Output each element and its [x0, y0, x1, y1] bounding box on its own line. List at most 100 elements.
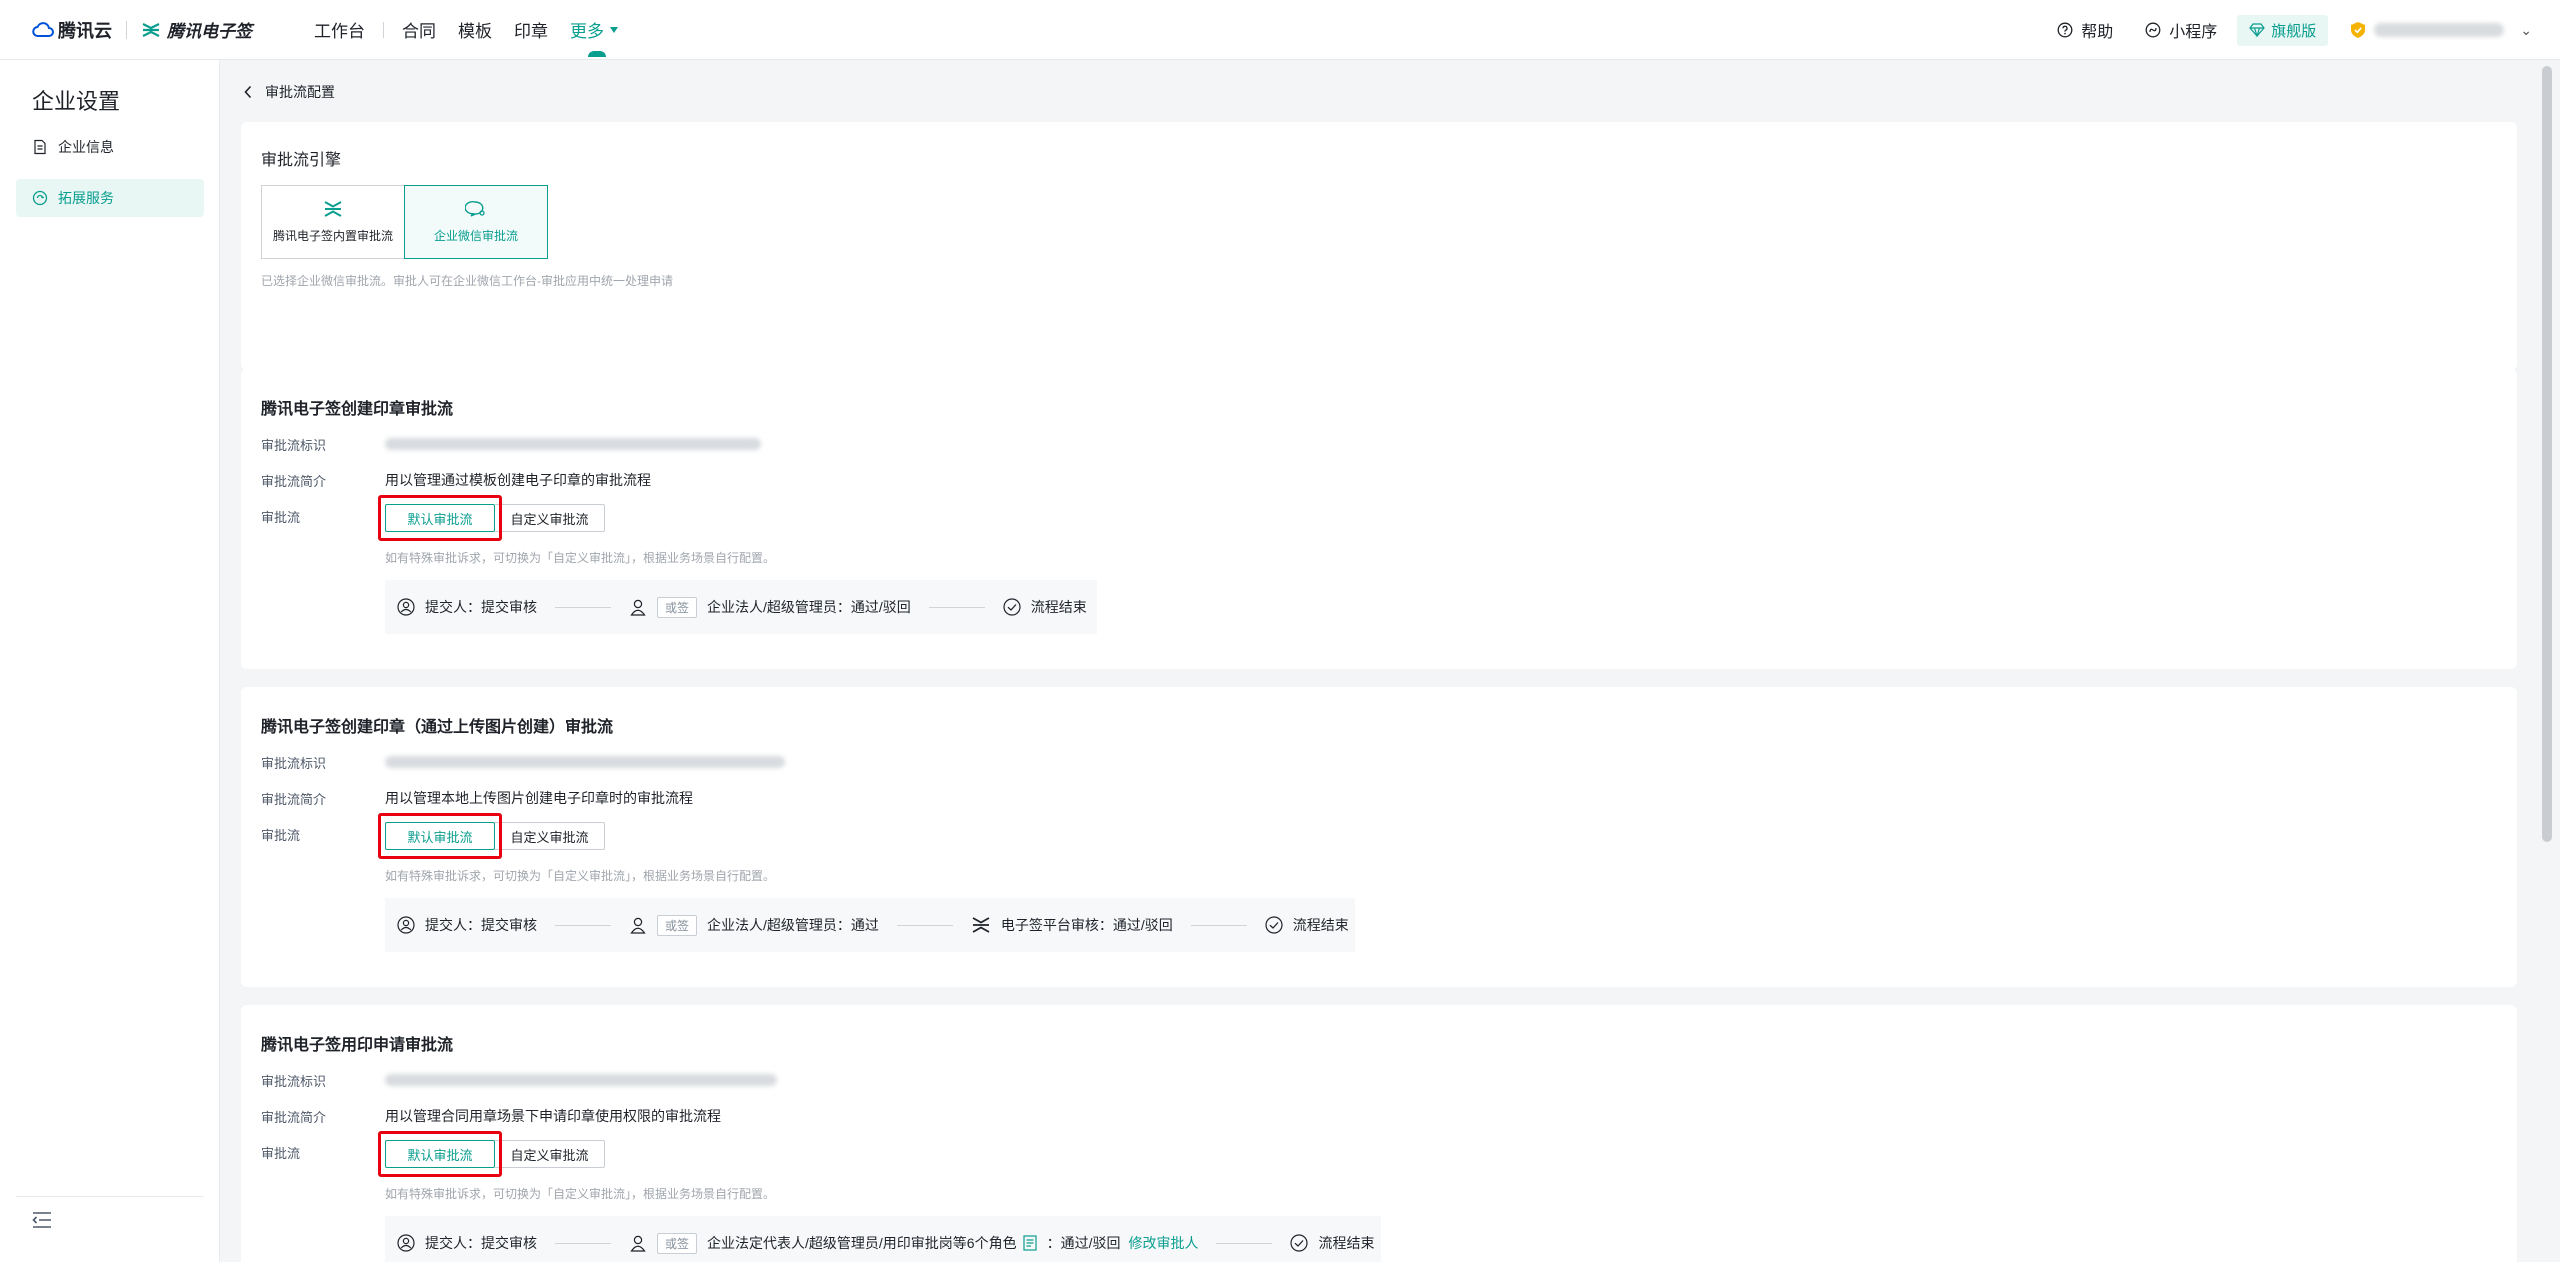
active-indicator — [588, 51, 606, 57]
caret-down-icon — [610, 26, 618, 33]
flow-diagram: 提交人：提交审核 或签 企业法定代表人/超级管理员/用印审批岗等6个角色 ：通过… — [385, 1216, 1381, 1262]
user-menu[interactable]: ⌄ — [2350, 21, 2532, 39]
engine-option-builtin[interactable]: 腾讯电子签内置审批流 — [261, 185, 405, 259]
modify-approver-link[interactable]: 修改审批人 — [1128, 1233, 1198, 1253]
nav-more-label: 更多 — [570, 22, 604, 41]
esign-logo-text: 腾讯电子签 — [167, 22, 252, 41]
flow-node-label: 提交人：提交审核 — [425, 1235, 537, 1251]
flow-diagram: 提交人：提交审核 或签 企业法人/超级管理员：通过/驳回 流程结束 — [385, 580, 1097, 634]
flow-node-label: 流程结束 — [1318, 1235, 1375, 1251]
or-sign-tag: 或签 — [657, 1232, 698, 1254]
tencent-cloud-text: 腾讯云 — [58, 20, 112, 41]
check-circle-icon — [1003, 598, 1021, 616]
top-bar: 腾讯云 腾讯电子签 工作台 合同 模板 印章 更多 帮助 小程序 旗舰版 ⌄ — [0, 0, 2560, 60]
extension-icon — [32, 190, 48, 206]
flow-connector — [1216, 1242, 1273, 1244]
flow-id-value-blurred — [385, 756, 785, 768]
approval-section-upload-seal: 腾讯电子签创建印章（通过上传图片创建）审批流 审批流标识 审批流简介 用以管理本… — [241, 687, 2517, 987]
engine-card: 审批流引擎 腾讯电子签内置审批流 企业微信审批流 已选择企业微信审批流。审批人可… — [241, 122, 2517, 370]
approval-section-seal-usage: 腾讯电子签用印申请审批流 审批流标识 审批流简介 用以管理合同用章场景下申请印章… — [241, 1005, 2517, 1262]
user-circle-icon — [397, 916, 415, 934]
nav-more[interactable]: 更多 — [570, 17, 618, 57]
miniprogram-button[interactable]: 小程序 — [2145, 18, 2217, 42]
miniprogram-label: 小程序 — [2169, 24, 2218, 41]
flow-node-end: 流程结束 — [1290, 1233, 1374, 1253]
highlight-box — [378, 813, 502, 859]
esign-logo[interactable]: 腾讯电子签 — [141, 17, 252, 42]
section-title: 腾讯电子签创建印章审批流 — [261, 401, 454, 418]
check-circle-icon — [1265, 916, 1283, 934]
brand[interactable]: 腾讯云 腾讯电子签 — [32, 17, 252, 43]
flow-id-value-blurred — [385, 1074, 777, 1086]
flow-node-label: 流程结束 — [1030, 599, 1087, 615]
flow-label: 审批流 — [261, 828, 301, 843]
nav-contracts[interactable]: 合同 — [402, 17, 436, 42]
flow-id-label: 审批流标识 — [261, 1074, 327, 1089]
miniprogram-icon — [2145, 22, 2161, 38]
flow-connector — [555, 606, 611, 608]
flow-node-label: 电子签平台审核：通过/驳回 — [1000, 917, 1173, 933]
chevron-left-icon[interactable] — [243, 85, 253, 99]
flow-node-label: 流程结束 — [1292, 917, 1349, 933]
custom-flow-button[interactable]: 自定义审批流 — [495, 1140, 605, 1168]
main-scrollbar[interactable] — [2542, 66, 2552, 842]
brand-separator — [126, 20, 127, 39]
highlight-box — [378, 495, 502, 541]
flow-label: 审批流 — [261, 510, 301, 525]
nav-seals[interactable]: 印章 — [514, 17, 548, 42]
user-name-blurred — [2374, 23, 2505, 37]
custom-flow-button[interactable]: 自定义审批流 — [495, 822, 605, 850]
engine-hint: 已选择企业微信审批流。审批人可在企业微信工作台-审批应用中统一处理申请 — [261, 274, 673, 288]
flow-desc-value: 用以管理合同用章场景下申请印章使用权限的审批流程 — [385, 1108, 721, 1124]
custom-flow-hint: 如有特殊审批诉求，可切换为「自定义审批流」，根据业务场景自行配置。 — [385, 551, 776, 565]
nav-divider — [383, 21, 384, 38]
flow-connector — [896, 924, 953, 926]
flow-connector — [555, 924, 611, 926]
flow-node-approver: 或签 企业法定代表人/超级管理员/用印审批岗等6个角色 ：通过/驳回 修改审批人 — [629, 1232, 1198, 1254]
document-list-icon[interactable] — [1022, 1235, 1037, 1251]
flow-id-label: 审批流标识 — [261, 756, 327, 771]
custom-flow-hint: 如有特殊审批诉求，可切换为「自定义审批流」，根据业务场景自行配置。 — [385, 1187, 776, 1201]
tencent-cloud-logo[interactable]: 腾讯云 — [32, 17, 112, 43]
flow-label: 审批流 — [261, 1146, 301, 1161]
sidebar-item-extended-services[interactable]: 拓展服务 — [16, 179, 204, 217]
diamond-icon — [2249, 23, 2266, 37]
esign-logo-icon — [142, 22, 160, 37]
cloud-icon — [32, 21, 54, 37]
sidebar-item-company-info[interactable]: 企业信息 — [16, 128, 204, 166]
flow-connector — [1190, 924, 1247, 926]
edition-label: 旗舰版 — [2271, 22, 2317, 40]
flow-connector — [928, 606, 985, 608]
collapse-menu-icon[interactable] — [32, 1211, 52, 1229]
user-circle-icon — [397, 1234, 415, 1252]
breadcrumb[interactable]: 审批流配置 — [243, 82, 335, 102]
flow-node-label: 企业法人/超级管理员：通过/驳回 — [707, 599, 911, 615]
help-button[interactable]: 帮助 — [2057, 18, 2113, 42]
flow-node-approver: 或签 企业法人/超级管理员：通过/驳回 — [629, 596, 911, 618]
flow-desc-label: 审批流简介 — [261, 792, 327, 807]
esign-logo-icon — [324, 201, 342, 217]
flow-node-submitter: 提交人：提交审核 — [397, 915, 537, 935]
sidebar-item-label: 拓展服务 — [58, 190, 114, 206]
flow-node-submitter: 提交人：提交审核 — [397, 597, 537, 617]
engine-option-wework[interactable]: 企业微信审批流 — [404, 185, 548, 259]
flow-connector — [555, 1242, 611, 1244]
flow-desc-value: 用以管理本地上传图片创建电子印章时的审批流程 — [385, 790, 693, 806]
sidebar-footer — [16, 1196, 204, 1228]
approval-section-create-seal: 腾讯电子签创建印章审批流 审批流标识 审批流简介 用以管理通过模板创建电子印章的… — [241, 369, 2517, 669]
user-icon — [630, 917, 646, 934]
flow-desc-label: 审批流简介 — [261, 1110, 327, 1125]
edition-badge[interactable]: 旗舰版 — [2237, 14, 2329, 46]
flow-node-label: 提交人：提交审核 — [425, 599, 537, 615]
check-circle-icon — [1290, 1234, 1309, 1252]
user-circle-icon — [397, 598, 415, 616]
or-sign-tag: 或签 — [657, 596, 698, 618]
custom-flow-button[interactable]: 自定义审批流 — [495, 504, 605, 532]
flow-node-approver: 或签 企业法人/超级管理员：通过 — [629, 914, 879, 936]
nav-workspace[interactable]: 工作台 — [314, 17, 365, 42]
flow-node-suffix: ：通过/驳回 — [1046, 1235, 1121, 1251]
user-icon — [630, 599, 646, 616]
flow-desc-label: 审批流简介 — [261, 474, 327, 489]
nav-templates[interactable]: 模板 — [458, 17, 492, 42]
user-icon — [630, 1235, 646, 1252]
